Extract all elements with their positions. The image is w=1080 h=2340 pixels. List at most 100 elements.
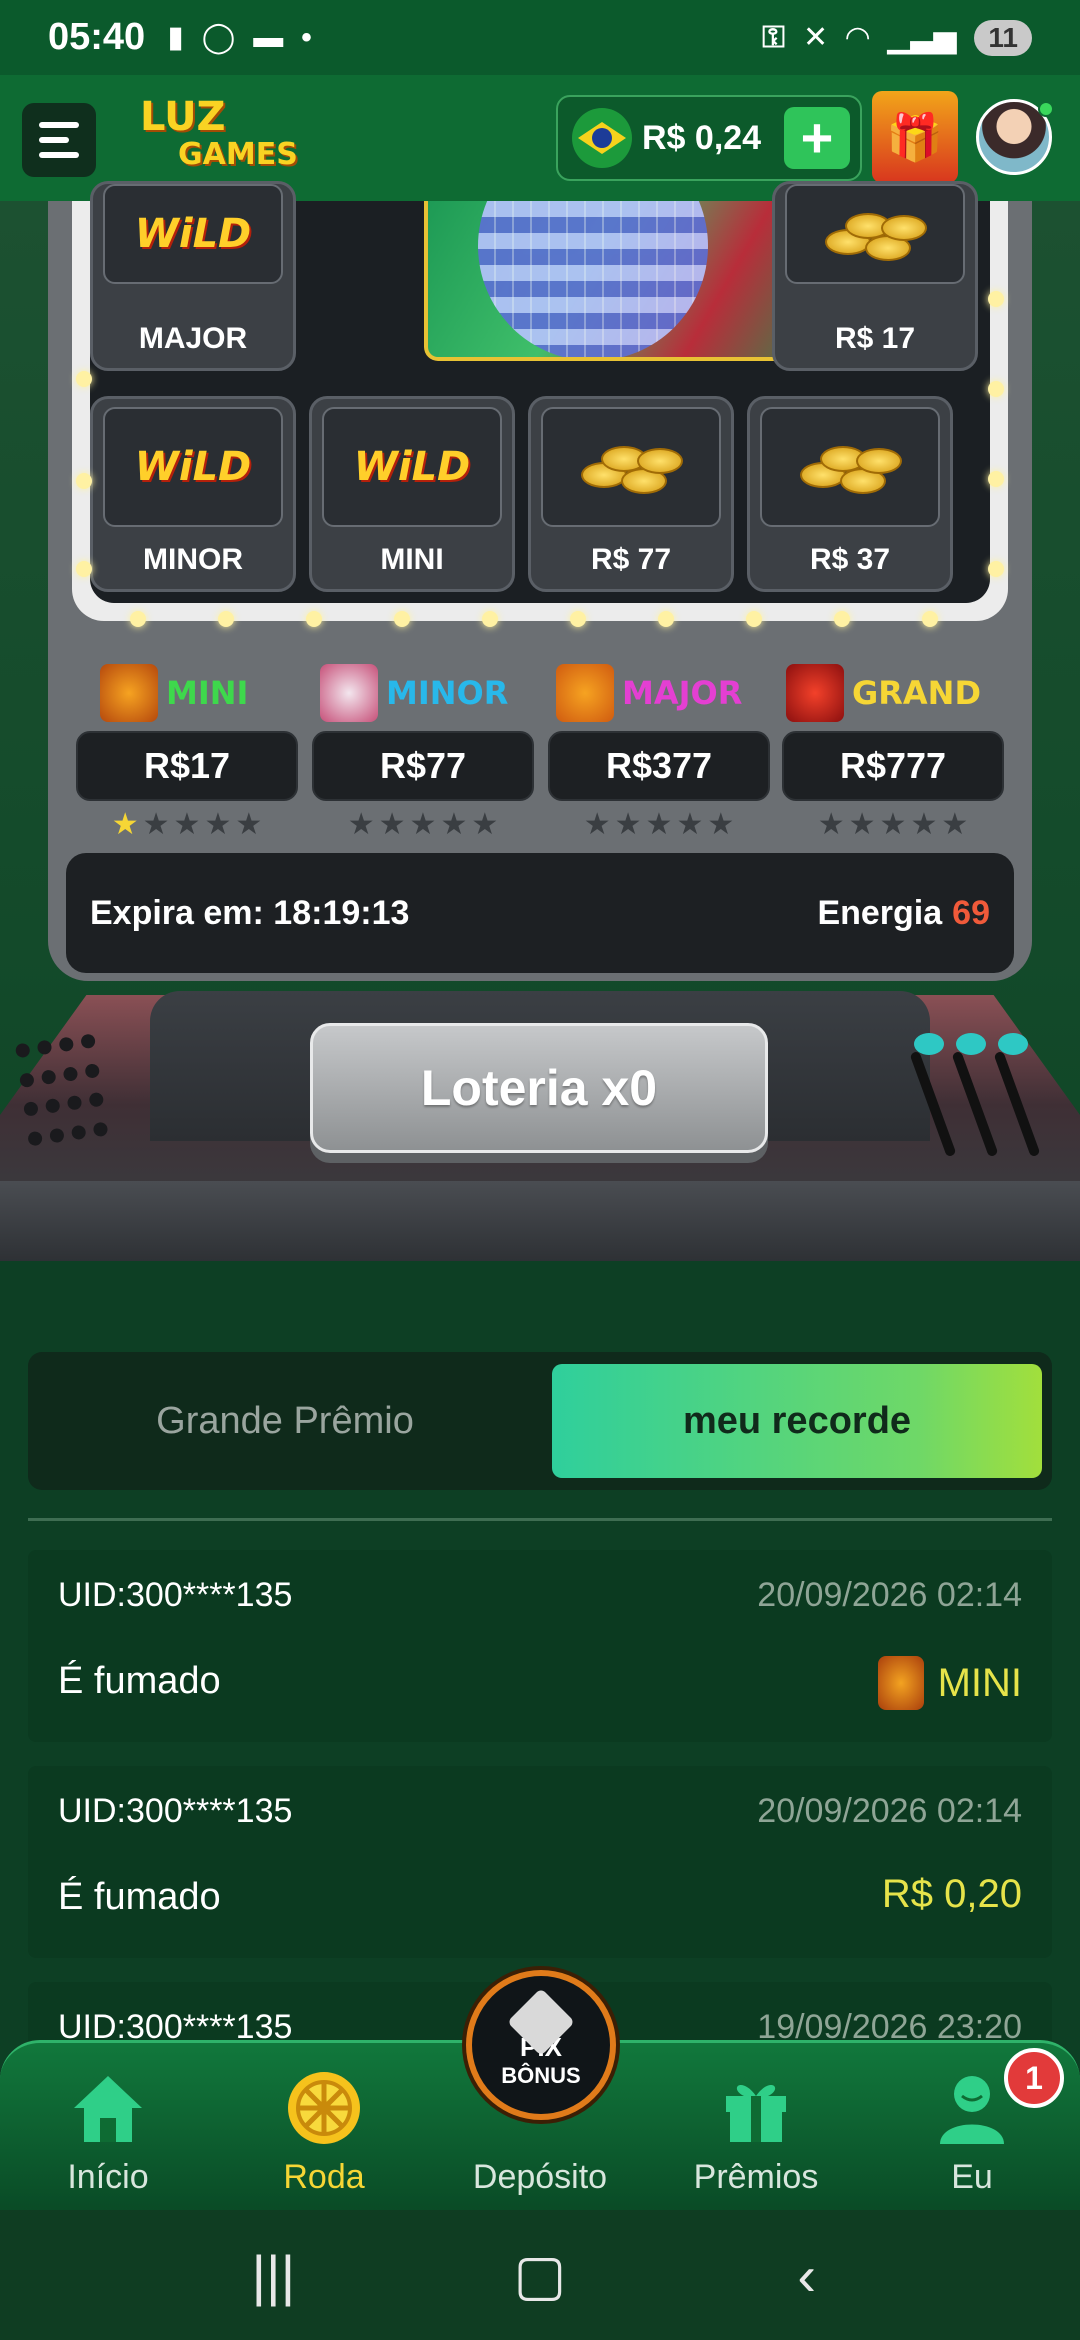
app-icon: ▬: [253, 20, 284, 54]
jackpot-grand-stars: ★ ★ ★ ★ ★: [782, 807, 1004, 842]
star-icon: ★: [614, 808, 642, 841]
jackpot-major-header: MAJOR: [556, 661, 742, 725]
dragon-icon: [100, 664, 158, 722]
light-bulb: [922, 611, 938, 627]
machine-base: [0, 1181, 1080, 1261]
nav-prizes[interactable]: Prêmios: [666, 2040, 846, 2210]
star-icon: ★: [409, 808, 437, 841]
lever-controls: [908, 1029, 1058, 1169]
record-tabs: Grande Prêmio meu recorde: [28, 1352, 1052, 1490]
jackpot-mini-value: R$17: [76, 731, 298, 801]
star-icon: ★: [440, 808, 468, 841]
gift-box-icon[interactable]: 🎁: [872, 91, 958, 183]
list-item: UID:300****135 20/09/2026 02:14 É fumado…: [28, 1550, 1052, 1742]
jackpot-major-value: R$377: [548, 731, 770, 801]
dot-icon: •: [301, 20, 312, 54]
star-icon: ★: [707, 808, 735, 841]
reel-tile: WiLD MINI: [309, 396, 515, 592]
jackpot-major-stars: ★ ★ ★ ★ ★: [548, 807, 770, 842]
speaker-grille: [14, 1031, 129, 1154]
lottery-button[interactable]: Loteria x0: [310, 1023, 768, 1153]
divider: [28, 1518, 1052, 1521]
gift-icon: [716, 2068, 796, 2148]
wifi-icon: ◠: [846, 21, 870, 54]
jackpot-grand-value: R$777: [782, 731, 1004, 801]
star-icon: ★: [645, 808, 673, 841]
slot-machine: WiLD MAJOR R$ 17 WiLD MINOR WiLD MINI R$…: [0, 181, 1080, 1261]
light-bulb: [306, 611, 322, 627]
star-icon: ★: [941, 808, 969, 841]
home-button-icon[interactable]: ▢: [500, 2242, 580, 2308]
light-bulb: [658, 611, 674, 627]
tab-my-record[interactable]: meu recorde: [552, 1364, 1042, 1478]
wild-dragon-icon: WiLD: [322, 407, 502, 527]
jackpot-minor-header: MINOR: [320, 661, 508, 725]
star-icon: ★: [910, 808, 938, 841]
light-bulb: [130, 611, 146, 627]
pix-icon: [507, 1988, 575, 2056]
energy-label: Energia: [817, 893, 943, 932]
pix-bonus-button[interactable]: PIX BÔNUS: [466, 1970, 616, 2120]
star-icon: ★: [235, 808, 263, 841]
light-bulb: [988, 291, 1004, 307]
light-bulb: [746, 611, 762, 627]
status-time: 05:40: [48, 16, 146, 58]
star-icon: ★: [583, 808, 611, 841]
reel-tile: WiLD MINOR: [90, 396, 296, 592]
jackpot-grand-header: GRAND: [786, 661, 981, 725]
light-bulb: [988, 471, 1004, 487]
notification-icon: ▮: [167, 21, 184, 54]
light-bulb: [76, 371, 92, 387]
tab-grand-prize[interactable]: Grande Prêmio: [40, 1364, 530, 1478]
light-bulb: [76, 561, 92, 577]
star-icon: ★: [173, 808, 201, 841]
brazil-flag-icon: [572, 108, 632, 168]
home-icon: [68, 2068, 148, 2148]
reel-tile: R$ 77: [528, 396, 734, 592]
wild-tiger-icon: WiLD: [103, 184, 283, 284]
star-icon: ★: [347, 808, 375, 841]
star-icon: ★: [204, 808, 232, 841]
star-icon: ★: [471, 808, 499, 841]
reel-tile: R$ 17: [772, 181, 978, 371]
online-indicator: [1038, 101, 1054, 117]
light-bulb: [218, 611, 234, 627]
reel-screen: WiLD MAJOR R$ 17 WiLD MINOR WiLD MINI R$…: [72, 181, 1008, 621]
status-bar: 05:40 ▮ ◯ ▬ • ⚿ ✕ ◠ ▁▃▅ 11: [0, 0, 1080, 75]
star-icon: ★: [142, 808, 170, 841]
battery-icon: 11: [974, 19, 1032, 56]
star-icon: ★: [111, 808, 139, 841]
balance-pill[interactable]: R$ 0,24 +: [556, 95, 862, 181]
disco-ball-icon: [478, 201, 708, 357]
mute-icon: ✕: [802, 21, 829, 54]
wheel-icon: [284, 2068, 364, 2148]
balance-amount: R$ 0,24: [642, 118, 762, 157]
grand-win-icon: [786, 664, 844, 722]
jackpot-minor-stars: ★ ★ ★ ★ ★: [312, 807, 534, 842]
luz-games-logo: LUZ GAMES: [140, 94, 298, 172]
nav-wheel[interactable]: Roda: [234, 2040, 414, 2210]
nav-home[interactable]: Início: [18, 2040, 198, 2210]
dragon-icon: [877, 1656, 924, 1710]
light-bulb: [394, 611, 410, 627]
back-icon[interactable]: ‹: [767, 2243, 847, 2308]
expire-timer: Expira em: 18:19:13: [90, 893, 410, 932]
system-nav-bar: ||| ▢ ‹: [0, 2210, 1080, 2340]
jackpot-minor-value: R$77: [312, 731, 534, 801]
rabbit-icon: [320, 664, 378, 722]
gold-coins-icon: [541, 407, 721, 527]
light-bulb: [570, 611, 586, 627]
menu-button[interactable]: [22, 103, 96, 177]
reel-tile: R$ 37: [747, 396, 953, 592]
star-icon: ★: [676, 808, 704, 841]
light-bulb: [482, 611, 498, 627]
recent-apps-icon[interactable]: |||: [233, 2243, 313, 2308]
star-icon: ★: [378, 808, 406, 841]
energy-value: 69: [952, 893, 990, 932]
list-item: UID:300****135 20/09/2026 02:14 É fumado…: [28, 1766, 1052, 1958]
tiger-icon: [556, 664, 614, 722]
jackpot-mini-header: MINI: [100, 661, 248, 725]
gold-coins-icon: [760, 407, 940, 527]
timer-panel: Expira em: 18:19:13 Energia 69: [66, 853, 1014, 973]
add-funds-button[interactable]: +: [784, 107, 850, 169]
